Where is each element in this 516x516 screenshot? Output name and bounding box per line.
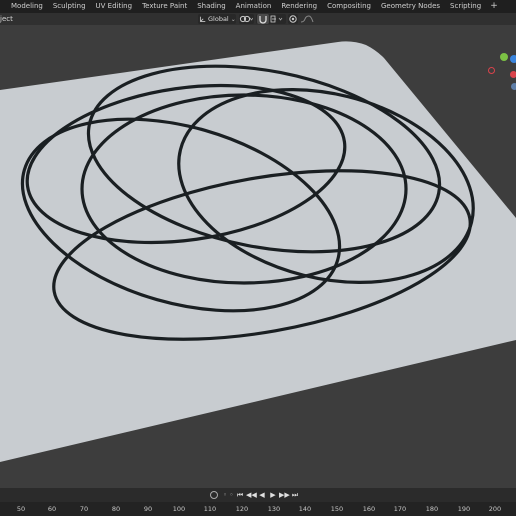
- keyframe-indicator: ◦ ◦: [223, 491, 234, 499]
- timeline-header: ◦ ◦ ⏮ ◀◀ ◀ ▶ ▶▶ ⏭: [0, 488, 516, 502]
- magnet-icon: [257, 14, 283, 24]
- frame-label: 60: [47, 505, 57, 513]
- circle-dot-icon: [289, 15, 297, 23]
- frame-label: 80: [111, 505, 121, 513]
- link-icon: [239, 15, 253, 23]
- navigation-gizmo[interactable]: [484, 49, 516, 109]
- gizmo-z-axis-icon[interactable]: [510, 55, 516, 63]
- tab-texture-paint[interactable]: Texture Paint: [137, 0, 192, 13]
- tab-sculpting[interactable]: Sculpting: [48, 0, 91, 13]
- 3d-viewport[interactable]: [0, 25, 516, 488]
- jump-end-icon[interactable]: ⏭: [290, 490, 300, 500]
- frame-label: 100: [172, 505, 186, 513]
- gizmo-y-axis-icon[interactable]: [500, 53, 508, 61]
- jump-start-icon[interactable]: ⏮: [235, 490, 245, 500]
- frame-label: 110: [203, 505, 217, 513]
- frame-label: 200: [488, 505, 502, 513]
- object-mode-menu[interactable]: ject: [0, 13, 13, 25]
- jump-next-keyframe-icon[interactable]: ▶▶: [279, 490, 290, 500]
- tab-rendering[interactable]: Rendering: [276, 0, 322, 13]
- play-icon[interactable]: ▶: [268, 490, 278, 500]
- axes-icon: [199, 16, 206, 22]
- frame-label: 50: [16, 505, 26, 513]
- record-icon[interactable]: [210, 491, 218, 499]
- frame-label: 90: [143, 505, 153, 513]
- frame-label: 180: [425, 505, 439, 513]
- gizmo-x-axis-icon[interactable]: [488, 67, 495, 74]
- play-reverse-icon[interactable]: ◀: [257, 490, 267, 500]
- tab-compositing[interactable]: Compositing: [322, 0, 376, 13]
- frame-label: 140: [298, 505, 312, 513]
- orientation-label: Global: [208, 15, 229, 23]
- tab-scripting[interactable]: Scripting: [445, 0, 486, 13]
- add-workspace-button[interactable]: +: [486, 0, 502, 13]
- viewport-canvas: [0, 41, 516, 463]
- gizmo-neg-z-icon[interactable]: [511, 83, 516, 90]
- pivot-point-dropdown[interactable]: [239, 14, 254, 24]
- frame-label: 160: [362, 505, 376, 513]
- jump-prev-keyframe-icon[interactable]: ◀◀: [246, 490, 257, 500]
- chevron-down-icon: ⌄: [230, 15, 236, 23]
- transform-orientation-dropdown[interactable]: Global ⌄: [198, 14, 236, 24]
- snapping-group[interactable]: [256, 14, 286, 24]
- frame-label: 120: [235, 505, 249, 513]
- curve-icon: [300, 15, 314, 23]
- workspace-tab-bar: Modeling Sculpting UV Editing Texture Pa…: [0, 0, 516, 13]
- plane-mesh: [0, 41, 516, 463]
- frame-ruler[interactable]: 50 60 70 80 90 100 110 120 130 140 150 1…: [0, 502, 516, 516]
- tab-modeling[interactable]: Modeling: [0, 0, 48, 13]
- proportional-edit-toggle[interactable]: [288, 14, 298, 24]
- tab-shading[interactable]: Shading: [192, 0, 230, 13]
- gizmo-neg-y-icon[interactable]: [510, 71, 516, 78]
- frame-label: 130: [267, 505, 281, 513]
- proportional-falloff-dropdown[interactable]: [300, 14, 314, 24]
- frame-label: 170: [393, 505, 407, 513]
- tab-uv-editing[interactable]: UV Editing: [91, 0, 138, 13]
- frame-label: 150: [330, 505, 344, 513]
- frame-label: 190: [457, 505, 471, 513]
- tab-geometry-nodes[interactable]: Geometry Nodes: [376, 0, 445, 13]
- frame-label: 70: [79, 505, 89, 513]
- tab-animation[interactable]: Animation: [231, 0, 277, 13]
- viewport-header: ject Global ⌄: [0, 13, 516, 25]
